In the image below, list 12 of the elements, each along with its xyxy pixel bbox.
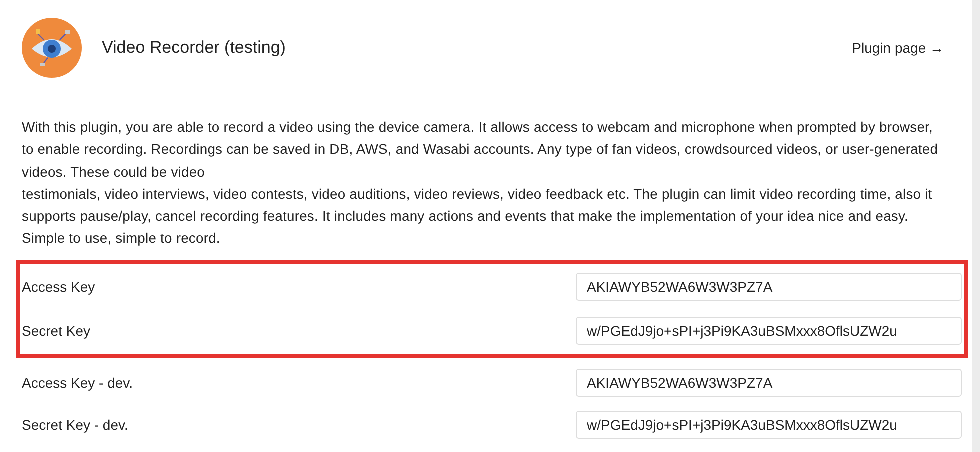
field-label: Access Key [22,278,96,295]
key-input[interactable]: AKIAWYB52WA6W3W3PZ7A [576,368,962,397]
field-label: Access Key - dev. [22,374,134,391]
key-input[interactable]: AKIAWYB52WA6W3W3PZ7A [576,272,962,301]
key-input[interactable]: w/PGEdJ9jo+sPI+j3Pi9KA3uBSMxxx8OflsUZW2u [576,316,962,345]
plugin-title: Video Recorder (testing) [102,38,287,58]
key-input[interactable]: w/PGEdJ9jo+sPI+j3Pi9KA3uBSMxxx8OflsUZW2u [576,410,962,439]
plugin-page-link[interactable]: Plugin page → [852,40,944,56]
field-label: Secret Key [22,322,92,339]
description-paragraph: testimonials, video interviews, video contests, video auditions, video reviews, video feedback etc. The plugin can limit video recording time, also it supports pause/play, cancel recording features. It includes many actions and events that make the implementation of your idea nice and easy. Simple to use, simple to record. [22,184,934,248]
field-label: Secret Key - dev. [22,416,130,433]
eye-logo-icon [22,18,82,78]
